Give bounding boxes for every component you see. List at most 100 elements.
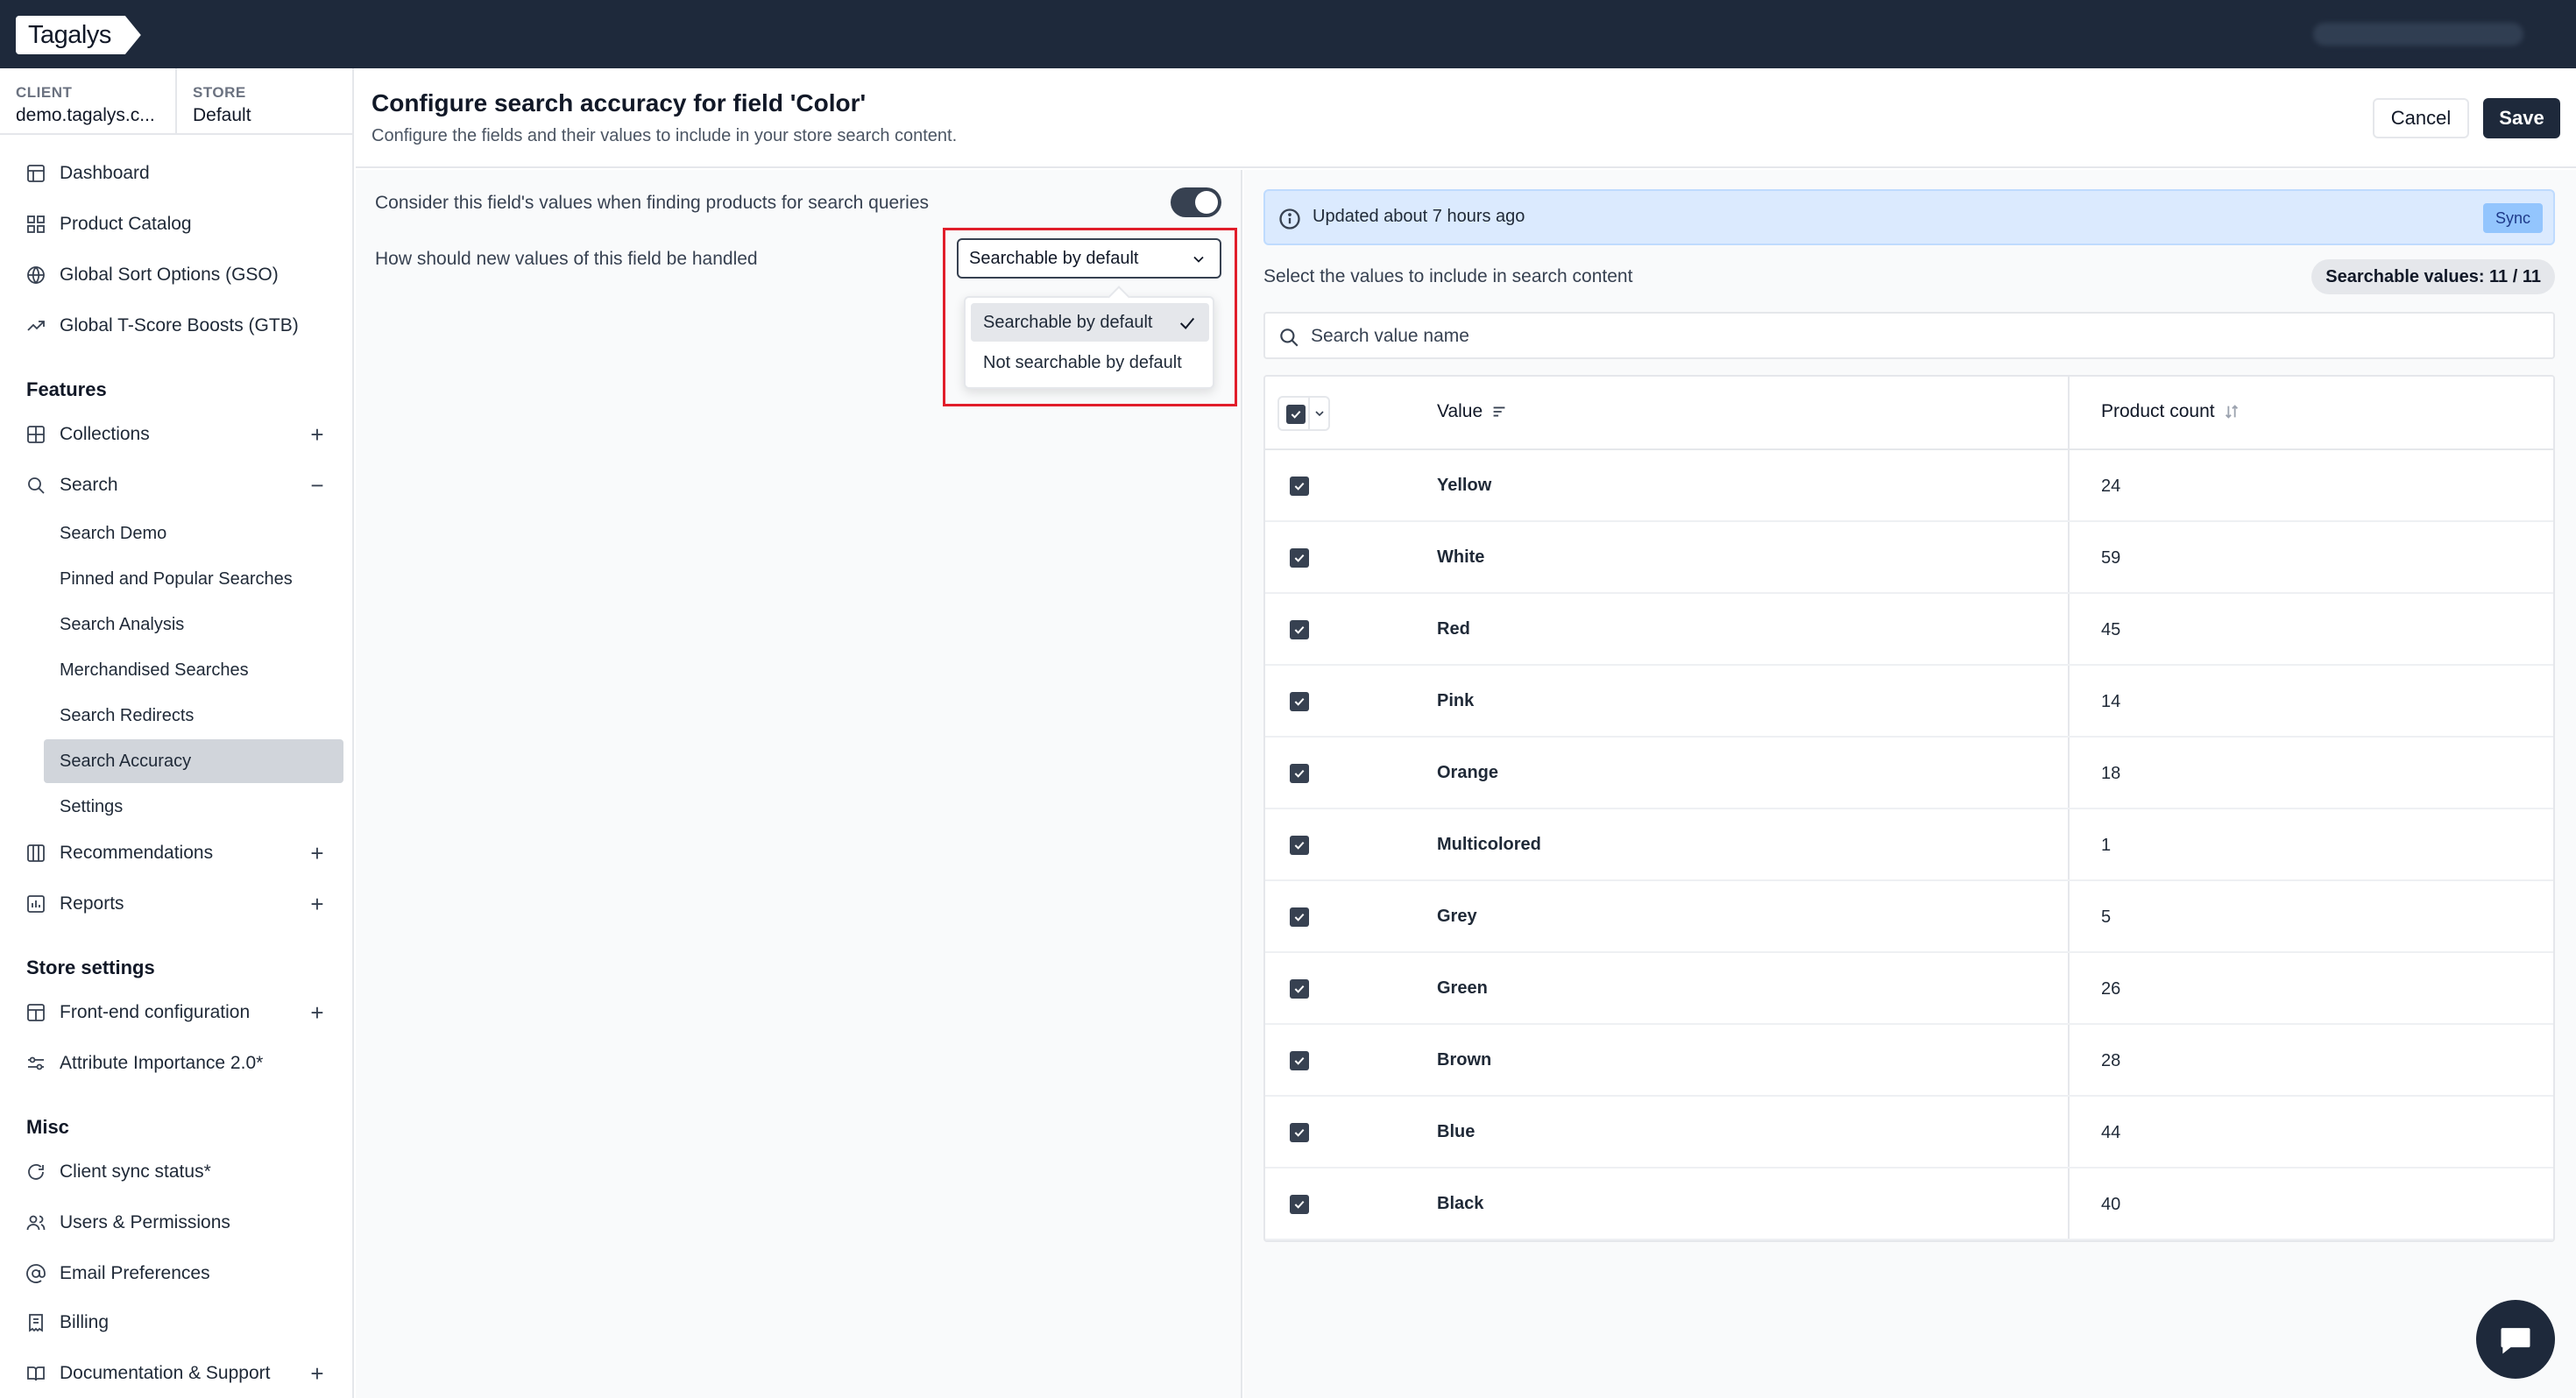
nav-billing[interactable]: Billing <box>25 1303 340 1342</box>
nav-pinned-popular-searches[interactable]: Pinned and Popular Searches <box>44 557 343 601</box>
sync-info-bar: Updated about 7 hours ago Sync <box>1263 189 2555 245</box>
column-header-value[interactable]: Value <box>1437 401 1509 422</box>
row-value: Yellow <box>1437 476 1492 495</box>
chevron-down-icon[interactable] <box>1313 406 1327 420</box>
column-label: Value <box>1437 401 1483 421</box>
nav-search-demo[interactable]: Search Demo <box>44 512 343 555</box>
nav-label: Recommendations <box>60 843 214 863</box>
refresh-icon <box>25 1161 47 1183</box>
nav-label: Billing <box>60 1312 110 1332</box>
nav-recommendations[interactable]: Recommendations + <box>25 834 340 872</box>
sync-button[interactable]: Sync <box>2482 203 2543 233</box>
row-checkbox[interactable] <box>1290 477 1309 496</box>
row-product-count: 14 <box>2101 692 2121 711</box>
grid-icon <box>25 213 47 236</box>
nav-collections[interactable]: Collections + <box>25 415 340 454</box>
value-search-box <box>1263 312 2555 359</box>
nav-search-settings[interactable]: Settings <box>44 785 343 829</box>
table-row[interactable]: Pink 14 <box>1265 666 2553 738</box>
table-header: Value Product count <box>1265 377 2553 450</box>
row-product-count: 18 <box>2101 764 2121 783</box>
new-values-label: How should new values of this field be h… <box>375 249 758 269</box>
expand-icon[interactable]: + <box>305 892 329 916</box>
nav-label: Collections <box>60 424 150 444</box>
info-icon <box>1279 208 1300 229</box>
nav-search-analysis[interactable]: Search Analysis <box>44 603 343 646</box>
row-checkbox[interactable] <box>1290 1195 1309 1214</box>
row-checkbox[interactable] <box>1290 1123 1309 1142</box>
top-bar: Tagalys <box>0 0 2576 68</box>
consider-field-toggle[interactable] <box>1171 187 1221 217</box>
collapse-icon[interactable]: − <box>305 473 329 498</box>
table-row[interactable]: Brown 28 <box>1265 1025 2553 1097</box>
row-checkbox[interactable] <box>1290 836 1309 855</box>
divider <box>1308 398 1310 429</box>
bulk-select-control[interactable] <box>1277 396 1330 431</box>
store-selector[interactable]: STORE Default <box>177 68 354 135</box>
chat-support-button[interactable] <box>2476 1300 2555 1379</box>
cancel-button[interactable]: Cancel <box>2373 98 2469 138</box>
expand-icon[interactable]: + <box>305 1361 329 1386</box>
row-checkbox[interactable] <box>1290 620 1309 639</box>
nav-label: Dashboard <box>60 163 150 183</box>
sort-icon[interactable] <box>1490 402 1509 421</box>
table-row[interactable]: Multicolored 1 <box>1265 809 2553 881</box>
store-key: STORE <box>193 84 246 101</box>
row-value: Blue <box>1437 1122 1476 1141</box>
select-all-checkbox[interactable] <box>1286 405 1306 424</box>
nav-attribute-importance[interactable]: Attribute Importance 2.0* <box>25 1044 340 1083</box>
table-row[interactable]: White 59 <box>1265 522 2553 594</box>
row-product-count: 40 <box>2101 1195 2121 1214</box>
user-account-menu[interactable] <box>2313 23 2523 46</box>
row-checkbox[interactable] <box>1290 764 1309 783</box>
value-search-input[interactable] <box>1311 321 2537 352</box>
nav-label: Email Preferences <box>60 1263 210 1283</box>
nav-merchandised-searches[interactable]: Merchandised Searches <box>44 648 343 692</box>
section-store-settings: Store settings <box>26 957 155 978</box>
row-checkbox[interactable] <box>1290 692 1309 711</box>
field-settings-panel: Consider this field's values when findin… <box>356 170 1242 1398</box>
table-row[interactable]: Grey 5 <box>1265 881 2553 953</box>
row-value: Multicolored <box>1437 835 1541 854</box>
client-selector[interactable]: CLIENT demo.tagalys.c... <box>0 68 177 135</box>
table-row[interactable]: Yellow 24 <box>1265 450 2553 522</box>
search-icon <box>1280 328 1299 347</box>
nav-documentation-support[interactable]: Documentation & Support + <box>25 1354 340 1393</box>
nav-search-accuracy[interactable]: Search Accuracy <box>44 739 343 783</box>
column-header-product-count[interactable]: Product count <box>2101 401 2241 422</box>
row-checkbox[interactable] <box>1290 1051 1309 1070</box>
table-row[interactable]: Black 40 <box>1265 1169 2553 1240</box>
app-logo[interactable]: Tagalys <box>16 16 141 54</box>
table-row[interactable]: Blue 44 <box>1265 1097 2553 1169</box>
nav-users-permissions[interactable]: Users & Permissions <box>25 1204 340 1242</box>
row-product-count: 1 <box>2101 836 2112 855</box>
nav-search-redirects[interactable]: Search Redirects <box>44 694 343 738</box>
store-value: Default <box>193 105 251 125</box>
nav-client-sync-status[interactable]: Client sync status* <box>25 1153 340 1191</box>
nav-search[interactable]: Search − <box>25 466 340 505</box>
row-checkbox[interactable] <box>1290 548 1309 568</box>
page-title: Configure search accuracy for field 'Col… <box>372 89 867 116</box>
nav-frontend-configuration[interactable]: Front-end configuration + <box>25 993 340 1032</box>
row-value: White <box>1437 547 1485 567</box>
row-value: Green <box>1437 978 1488 998</box>
row-checkbox[interactable] <box>1290 979 1309 999</box>
nav-dashboard[interactable]: Dashboard <box>25 154 340 193</box>
nav-product-catalog[interactable]: Product Catalog <box>25 205 340 244</box>
expand-icon[interactable]: + <box>305 841 329 865</box>
save-button[interactable]: Save <box>2483 98 2560 138</box>
nav-gtb[interactable]: Global T-Score Boosts (GTB) <box>25 307 340 345</box>
nav-reports[interactable]: Reports + <box>25 885 340 923</box>
table-row[interactable]: Green 26 <box>1265 953 2553 1025</box>
nav-label: Client sync status* <box>60 1161 211 1182</box>
row-value: Black <box>1437 1194 1484 1213</box>
expand-icon[interactable]: + <box>305 1000 329 1025</box>
table-row[interactable]: Red 45 <box>1265 594 2553 666</box>
nav-gso[interactable]: Global Sort Options (GSO) <box>25 256 340 294</box>
nav-email-preferences[interactable]: Email Preferences <box>25 1254 340 1293</box>
sidebar: CLIENT demo.tagalys.c... STORE Default D… <box>0 68 354 1398</box>
table-row[interactable]: Orange 18 <box>1265 738 2553 809</box>
row-checkbox[interactable] <box>1290 907 1309 927</box>
expand-icon[interactable]: + <box>305 422 329 447</box>
sort-arrows-icon[interactable] <box>2222 402 2241 421</box>
